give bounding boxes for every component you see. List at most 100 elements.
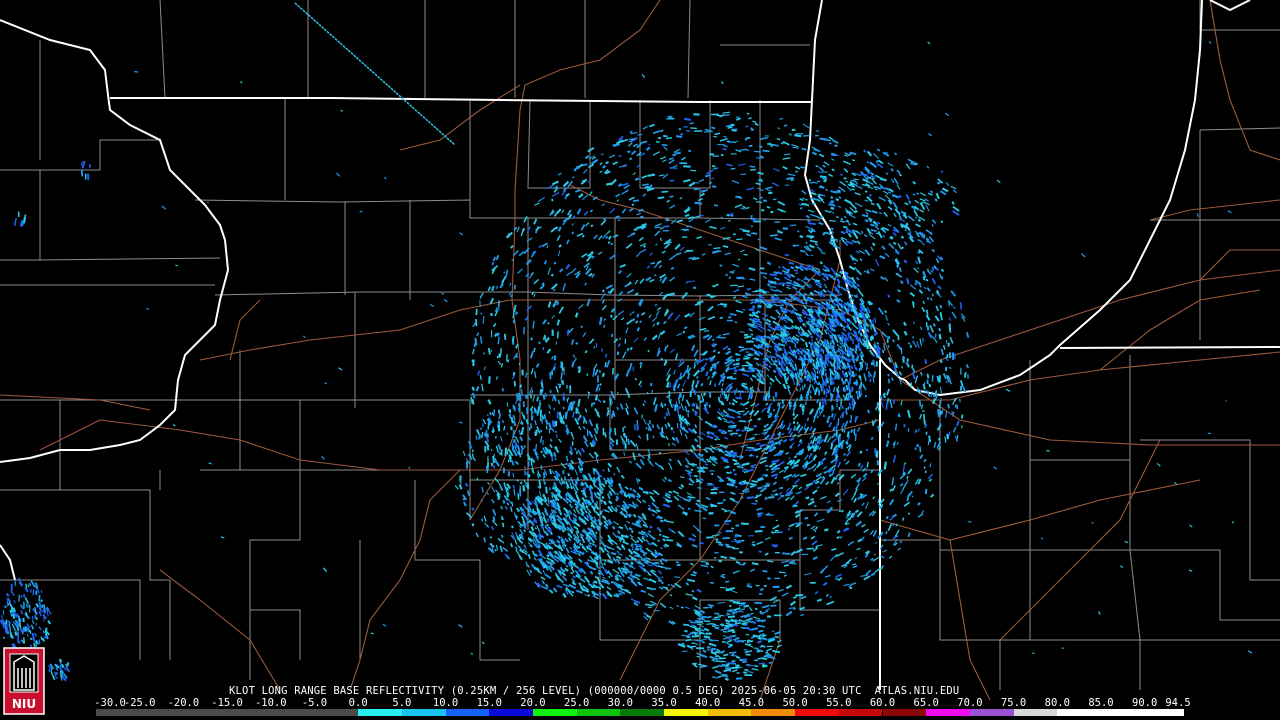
echo-mark [533,557,537,561]
echo-mark [767,303,773,307]
echo-mark [654,561,660,565]
echo-mark [658,174,665,177]
echo-mark [544,392,548,398]
echo-mark [776,639,782,643]
echo-mark [691,634,700,638]
echo-mark [823,398,827,405]
echo-mark [746,187,754,191]
echo-mark [610,242,614,246]
echo-mark [513,381,516,387]
echo-mark [601,593,608,600]
echo-mark [718,449,723,452]
echo-mark [902,321,907,327]
echo-mark [592,595,599,600]
echo-mark [762,395,766,401]
echo-mark [557,535,561,540]
echo-mark [832,386,836,393]
echo-mark [568,563,572,567]
echo-mark [505,269,509,278]
echo-mark [781,265,789,272]
echo-mark [733,462,740,466]
echo-mark [854,509,859,514]
echo-mark [756,650,761,653]
echo-mark [581,252,588,258]
echo-mark [822,233,825,236]
echo-mark [668,157,674,161]
echo-mark [799,235,804,239]
echo-mark [848,320,852,324]
echo-mark [570,339,575,345]
echo-mark [617,182,623,188]
echo-mark [916,386,919,392]
echo-mark [704,420,713,427]
echo-mark [779,117,784,120]
echo-mark [836,529,841,534]
echo-mark [556,331,559,339]
echo-mark [755,499,758,503]
echo-mark [792,420,796,425]
echo-mark [770,363,774,366]
echo-mark [807,219,811,223]
echo-mark [783,376,788,385]
echo-mark [759,300,765,304]
echo-mark [806,523,810,527]
echo-mark [773,303,778,307]
echo-mark [783,276,788,280]
echo-mark [472,399,475,405]
echo-mark [771,473,779,478]
echo-mark [865,501,869,510]
echo-mark [581,179,587,183]
echo-mark [556,584,563,589]
echo-mark [727,415,736,419]
echo-mark [746,354,752,357]
echo-mark [720,586,728,589]
echo-mark [787,173,796,177]
echo-mark [600,565,605,570]
echo-mark [547,321,550,325]
echo-mark [779,461,785,465]
echo-mark [892,455,897,463]
echo-mark [496,492,501,500]
echo-mark [771,630,775,633]
echo-mark [643,616,649,621]
echo-mark [588,272,593,277]
echo-mark [709,367,713,372]
echo-mark [855,483,861,490]
echo-mark [805,320,809,324]
echo-mark [766,283,771,287]
echo-mark [492,256,496,262]
echo-mark [759,610,763,613]
echo-mark [746,446,754,449]
echo-mark [698,179,705,183]
echo-mark [606,553,612,560]
echo-mark [665,435,669,441]
echo-mark [778,571,786,574]
echo-mark [782,552,790,555]
echo-mark [532,394,536,402]
echo-mark [761,604,770,609]
echo-mark [595,531,598,535]
echo-mark [871,242,876,247]
echo-mark [933,265,937,270]
echo-mark [887,356,892,363]
echo-mark [550,273,554,277]
echo-mark [788,345,793,352]
echo-mark [490,525,495,531]
echo-mark [645,539,649,543]
echo-mark [810,463,817,470]
echo-mark [786,286,791,290]
echo-mark [645,276,652,282]
echo-mark [809,426,813,431]
echo-mark [804,342,809,348]
echo-mark [525,563,530,568]
echo-mark [938,410,943,416]
echo-mark [783,438,788,443]
echo-mark [623,451,626,456]
echo-mark [562,592,567,599]
echo-mark [936,375,940,382]
echo-mark [719,650,726,654]
echo-mark [914,375,919,384]
echo-mark [499,545,503,552]
echo-mark [642,125,648,130]
echo-mark [589,570,594,575]
